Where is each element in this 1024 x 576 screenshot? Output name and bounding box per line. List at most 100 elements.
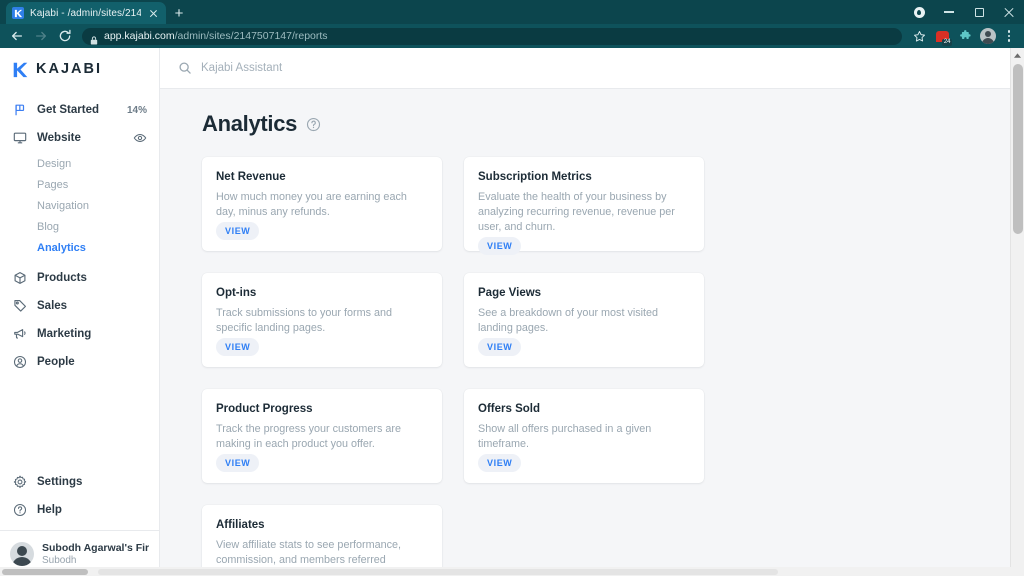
- person-circle-icon: [12, 355, 27, 370]
- question-circle-icon[interactable]: [306, 117, 321, 132]
- analytics-card-subscription-metrics[interactable]: Subscription Metrics Evaluate the health…: [464, 157, 704, 255]
- new-tab-button[interactable]: +: [166, 2, 192, 24]
- card-title: Net Revenue: [216, 171, 286, 183]
- view-button[interactable]: VIEW: [216, 454, 260, 472]
- browser-window: Kajabi - /admin/sites/214750714 + app.ka…: [0, 0, 1024, 576]
- get-started-progress: 14%: [126, 104, 147, 116]
- address-bar[interactable]: app.kajabi.com/admin/sites/2147507147/re…: [82, 27, 902, 45]
- sidebar-item-label: Get Started: [37, 104, 99, 116]
- card-title: Subscription Metrics: [478, 171, 592, 183]
- main-content: Analytics Net Revenue How much money you…: [160, 48, 1024, 576]
- reload-icon[interactable]: [54, 25, 76, 47]
- kajabi-mark-icon: [12, 61, 29, 78]
- gear-icon: [12, 475, 27, 490]
- avatar: [10, 541, 34, 566]
- monitor-icon: [12, 131, 27, 146]
- flag-icon: [12, 103, 27, 118]
- url-host: app.kajabi.com: [104, 30, 175, 42]
- sidebar-item-website[interactable]: Website: [0, 124, 159, 152]
- extension-notification-icon[interactable]: 24: [931, 25, 953, 47]
- horizontal-scrollbar[interactable]: [0, 567, 1024, 576]
- extension-badge-count: 24: [942, 39, 952, 46]
- card-title: Product Progress: [216, 403, 313, 415]
- maximize-icon[interactable]: [964, 0, 994, 24]
- three-dot-menu-icon[interactable]: [1000, 25, 1018, 47]
- search-input[interactable]: [201, 62, 521, 74]
- kajabi-favicon-icon: [12, 7, 24, 19]
- minimize-icon[interactable]: [934, 0, 964, 24]
- eye-preview-icon[interactable]: [133, 131, 147, 145]
- sidebar-item-navigation[interactable]: Navigation: [0, 195, 159, 216]
- card-description: Show all offers purchased in a given tim…: [478, 423, 652, 450]
- card-description: See a breakdown of your most visited lan…: [478, 307, 659, 334]
- card-title: Page Views: [478, 287, 542, 299]
- sidebar-item-label: Website: [37, 132, 81, 144]
- vertical-scrollbar[interactable]: [1010, 48, 1024, 576]
- sidebar-item-blog[interactable]: Blog: [0, 216, 159, 237]
- sidebar-item-get-started[interactable]: Get Started 14%: [0, 96, 159, 124]
- forward-icon: [30, 25, 52, 47]
- card-description: Track submissions to your forms and spec…: [216, 307, 393, 334]
- card-description: Evaluate the health of your business by …: [478, 191, 675, 233]
- app-topbar: [160, 48, 1024, 89]
- tab-close-icon[interactable]: [147, 7, 160, 20]
- view-button[interactable]: VIEW: [478, 338, 522, 356]
- analytics-card-offers-sold[interactable]: Offers Sold Show all offers purchased in…: [464, 389, 704, 483]
- window-controls: [904, 0, 1024, 24]
- analytics-card-opt-ins[interactable]: Opt-ins Track submissions to your forms …: [202, 273, 442, 367]
- tag-icon: [12, 299, 27, 314]
- sidebar-nav-bottom: Settings Help: [0, 468, 159, 530]
- card-description: Track the progress your customers are ma…: [216, 423, 402, 450]
- analytics-card-affiliates[interactable]: Affiliates View affiliate stats to see p…: [202, 505, 442, 576]
- analytics-card-product-progress[interactable]: Product Progress Track the progress your…: [202, 389, 442, 483]
- user-name: Subodh Agarwal's Fir...: [42, 541, 149, 554]
- card-title: Opt-ins: [216, 287, 257, 299]
- sidebar-item-settings[interactable]: Settings: [0, 468, 159, 496]
- sidebar-item-design[interactable]: Design: [0, 153, 159, 174]
- puzzle-piece-icon[interactable]: [954, 25, 976, 47]
- app-sidebar: KAJABI Get Started 14% Website Design Pa…: [0, 48, 160, 576]
- brand-name: KAJABI: [36, 61, 102, 77]
- sidebar-item-label: Products: [37, 272, 87, 284]
- browser-tab[interactable]: Kajabi - /admin/sites/214750714: [6, 2, 166, 24]
- sidebar-item-marketing[interactable]: Marketing: [0, 320, 159, 348]
- view-button[interactable]: VIEW: [478, 237, 522, 255]
- view-button[interactable]: VIEW: [216, 222, 260, 240]
- sidebar-item-analytics[interactable]: Analytics: [0, 237, 159, 258]
- card-title: Offers Sold: [478, 403, 540, 415]
- view-button[interactable]: VIEW: [478, 454, 522, 472]
- lock-icon: [90, 32, 98, 44]
- browser-profile-avatar[interactable]: [980, 28, 996, 44]
- analytics-card-page-views[interactable]: Page Views See a breakdown of your most …: [464, 273, 704, 367]
- restore-session-icon[interactable]: [904, 0, 934, 24]
- analytics-page: Analytics Net Revenue How much money you…: [160, 89, 1024, 576]
- sidebar-item-label: Marketing: [37, 328, 92, 340]
- back-icon[interactable]: [6, 25, 28, 47]
- scroll-up-arrow-icon[interactable]: [1011, 48, 1024, 62]
- sidebar-item-help[interactable]: Help: [0, 496, 159, 524]
- sidebar-item-pages[interactable]: Pages: [0, 174, 159, 195]
- browser-toolbar: app.kajabi.com/admin/sites/2147507147/re…: [0, 24, 1024, 48]
- horizontal-scrollbar-thumb[interactable]: [2, 568, 88, 575]
- kajabi-logo[interactable]: KAJABI: [0, 48, 159, 90]
- megaphone-icon: [12, 327, 27, 342]
- page-viewport: KAJABI Get Started 14% Website Design Pa…: [0, 48, 1024, 576]
- bookmark-star-icon[interactable]: [908, 25, 930, 47]
- search-icon: [178, 61, 192, 75]
- sidebar-item-label: Sales: [37, 300, 68, 312]
- view-button[interactable]: VIEW: [216, 338, 260, 356]
- user-handle: Subodh: [42, 554, 77, 566]
- sidebar-item-sales[interactable]: Sales: [0, 292, 159, 320]
- card-description: How much money you are earning each day,…: [216, 191, 407, 218]
- card-description: View affiliate stats to see performance,…: [216, 539, 402, 566]
- vertical-scrollbar-thumb[interactable]: [1013, 64, 1023, 234]
- horizontal-scrollbar-track-segment[interactable]: [98, 568, 778, 575]
- analytics-card-grid: Net Revenue How much money you are earni…: [202, 157, 704, 576]
- sidebar-item-people[interactable]: People: [0, 348, 159, 376]
- analytics-card-net-revenue[interactable]: Net Revenue How much money you are earni…: [202, 157, 442, 251]
- close-icon[interactable]: [994, 0, 1024, 24]
- page-title-row: Analytics: [202, 111, 1024, 137]
- sidebar-item-products[interactable]: Products: [0, 264, 159, 292]
- page-title: Analytics: [202, 111, 298, 136]
